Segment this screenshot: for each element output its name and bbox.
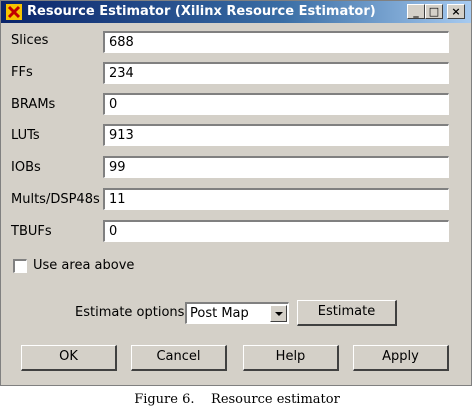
estimate-button[interactable]: Estimate [297,300,397,326]
slices-field[interactable]: 688 [103,31,449,53]
iobs-field[interactable]: 99 [103,156,449,178]
close-button[interactable]: × [447,4,465,19]
resource-estimator-dialog: Resource Estimator (Xilinx Resource Esti… [0,0,472,386]
help-button[interactable]: Help [243,345,339,371]
estimate-options-value: Post Map [190,306,249,321]
figure-caption-text: Figure 6. Resource estimator [134,392,340,407]
luts-field[interactable]: 913 [103,124,449,146]
use-area-label[interactable]: Use area above [33,258,134,273]
ok-button[interactable]: OK [21,345,117,371]
brams-field[interactable]: 0 [103,93,449,115]
iobs-label: IOBs [11,160,41,175]
mults-dsp48s-field[interactable]: 11 [103,188,449,210]
maximize-icon: □ [428,5,440,18]
ffs-field[interactable]: 234 [103,62,449,84]
chevron-down-icon[interactable] [270,305,287,322]
minimize-button[interactable]: _ [407,4,425,19]
maximize-button[interactable]: □ [425,4,443,19]
figure-caption: Figure 6. Resource estimator [0,392,474,407]
xilinx-app-icon [6,4,22,20]
slices-label: Slices [11,33,49,48]
close-icon: × [451,5,461,18]
use-area-checkbox[interactable] [13,259,27,273]
tbufs-field[interactable]: 0 [103,220,449,242]
ffs-label: FFs [11,65,33,80]
title-bar[interactable]: Resource Estimator (Xilinx Resource Esti… [1,1,471,23]
apply-button[interactable]: Apply [353,345,449,371]
tbufs-label: TBUFs [11,224,52,239]
mults-dsp48s-label: Mults/DSP48s [11,192,100,207]
cancel-button[interactable]: Cancel [131,345,227,371]
estimate-options-label: Estimate options [75,305,185,320]
window-title: Resource Estimator (Xilinx Resource Esti… [27,4,376,19]
estimate-options-select[interactable]: Post Map [185,302,289,324]
brams-label: BRAMs [11,97,56,112]
minimize-icon: _ [413,5,419,18]
luts-label: LUTs [11,128,40,143]
